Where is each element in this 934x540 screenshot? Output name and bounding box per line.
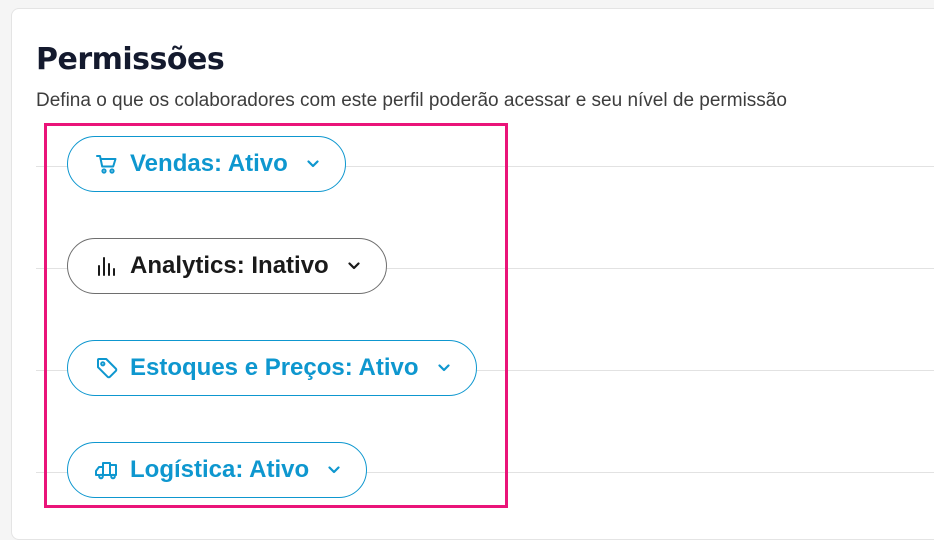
analytics-permission-label: Analytics: Inativo — [130, 252, 329, 279]
vendas-permission-label: Vendas: Ativo — [130, 150, 288, 177]
analytics-permission-dropdown[interactable]: Analytics: Inativo — [67, 238, 387, 294]
chevron-down-icon — [306, 157, 320, 171]
cart-icon — [94, 151, 120, 177]
estoques-precos-permission-dropdown[interactable]: Estoques e Preços: Ativo — [67, 340, 477, 396]
logistica-permission-dropdown[interactable]: Logística: Ativo — [67, 442, 368, 498]
page-title: Permissões — [36, 42, 225, 77]
bar-chart-icon — [94, 253, 120, 279]
tag-icon — [94, 355, 120, 381]
chevron-down-icon — [437, 361, 451, 375]
chevron-down-icon — [327, 463, 341, 477]
truck-icon — [94, 457, 120, 483]
logistica-permission-label: Logística: Ativo — [130, 456, 310, 483]
page-subtitle: Defina o que os colaboradores com este p… — [36, 90, 787, 111]
chevron-down-icon — [347, 259, 361, 273]
vendas-permission-dropdown[interactable]: Vendas: Ativo — [67, 136, 346, 192]
estoques-precos-permission-label: Estoques e Preços: Ativo — [130, 354, 419, 381]
